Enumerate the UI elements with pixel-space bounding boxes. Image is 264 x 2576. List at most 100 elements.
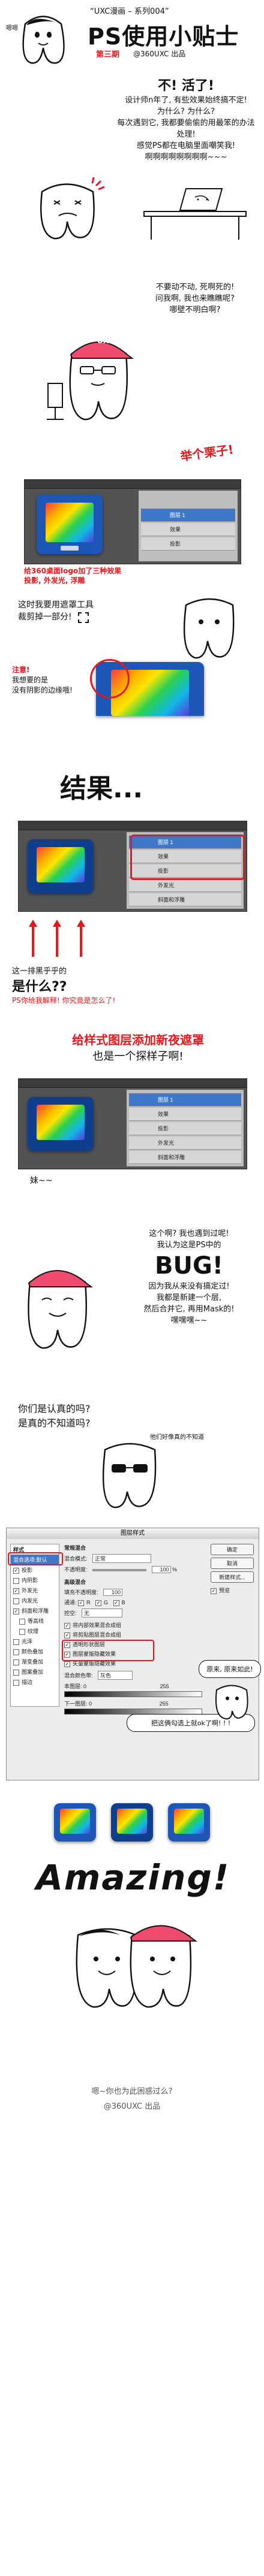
note-line: 注意! <box>12 666 30 674</box>
intro-line: 不! 活了! <box>158 78 214 93</box>
bug-line: 嘿嘿嘿~~ <box>170 1316 208 1325</box>
ps-toolbar <box>25 480 241 489</box>
opacity-slider[interactable] <box>92 1568 147 1571</box>
knockout-select[interactable]: 无 <box>82 1609 123 1617</box>
blend-mode-select[interactable]: 正常 <box>92 1554 152 1563</box>
cap-logo: UXC <box>97 337 114 345</box>
intro-line: 为什么? 为什么? <box>157 107 215 116</box>
bug-line: 我认为这是PS中的 <box>157 1241 221 1250</box>
caption-line: 这一排黑乎乎的 <box>12 967 67 976</box>
layer-mask-panel: 给样式图层添加新夜遮罩 也是一个探样子啊! 图层 1 效果 投影 外发光 斜面和… <box>0 1030 264 1216</box>
layer-row[interactable]: 投影 <box>129 1122 241 1135</box>
sidebar-item[interactable]: 等高线 <box>11 1616 59 1626</box>
mask-panel: 这时我要用遮罩工具 裁剪掉一部分! 注意! 我想要的是 没有阴影的边缘哦! <box>0 593 264 743</box>
note-line: 没有阴影的边缘哦! <box>12 686 73 694</box>
sidebar-highlight <box>8 1552 63 1565</box>
sidebar-item[interactable]: 纹理 <box>11 1626 59 1636</box>
sidebar-item[interactable]: 外发光 <box>11 1585 59 1595</box>
label: 通道: <box>64 1600 77 1606</box>
layer-row[interactable]: 外发光 <box>129 1136 241 1150</box>
preview-checkbox[interactable]: 预览 <box>211 1586 254 1594</box>
layer-row[interactable]: 效果 <box>141 523 235 536</box>
ps-toolbar <box>19 821 247 830</box>
note-line: 我想要的是 <box>12 676 49 684</box>
intro-line: 啊啊啊啊啊啊啊啊~~~ <box>145 153 227 162</box>
desk-laptop-icon <box>143 188 247 240</box>
mask-logo <box>28 1097 94 1151</box>
result-title: 结果... <box>60 773 143 804</box>
opacity-value[interactable]: 100 <box>151 1566 171 1573</box>
example-bubble: 举个栗子! <box>179 442 235 464</box>
layer-row[interactable]: 图层 1 <box>141 509 235 522</box>
sidebar-item[interactable]: 渐变叠加 <box>11 1656 59 1667</box>
sidebar-item[interactable]: 图案叠加 <box>11 1667 59 1677</box>
serious-line: 你们是认真的吗? <box>18 1403 91 1414</box>
label: 下一图层: <box>64 1701 88 1707</box>
mask-title: 给样式图层添加新夜遮罩 也是一个探样子啊! <box>48 1030 228 1063</box>
peek-character <box>215 1685 248 1720</box>
bubble-aha: 原来, 原来如此! <box>199 1660 261 1678</box>
sidebar-item[interactable]: 斜面和浮雕 <box>11 1606 59 1616</box>
label: 不透明度: <box>64 1567 88 1573</box>
layer-row[interactable]: 图层 1 <box>129 1093 241 1106</box>
option-row[interactable]: 将剪贴图层混合成组 <box>64 1631 202 1638</box>
sob-text: 妹~~ <box>30 1176 53 1186</box>
bug-line: 我都是新建一个层, <box>156 1293 222 1302</box>
marquee-tool-icon <box>78 612 89 623</box>
ps-screenshot-result: 图层 1 效果 投影 外发光 斜面和浮雕 <box>18 821 247 912</box>
sidebar-item[interactable]: 内阴影 <box>11 1575 59 1585</box>
options-highlight <box>62 1640 154 1661</box>
sidebar-item[interactable]: 光泽 <box>11 1636 59 1646</box>
finale-panel: Amazing! 嗯~你也为此困惑过么? @360UXC 出品 <box>0 1797 264 2133</box>
blend-gradient[interactable] <box>64 1691 202 1697</box>
bug-text: 这个啊? 我也遇到过呢! 我认为这是PS中的 BUG! 因为我从来没有搞定过! … <box>120 1228 258 1326</box>
tooth-character <box>183 598 235 659</box>
layer-highlight-box <box>130 835 245 880</box>
blend-if-select[interactable]: 灰色 <box>98 1671 133 1680</box>
title-line: 也是一个探样子啊! <box>92 1050 184 1063</box>
helper-panel: 不要动不动, 死啊死的! 问我啊, 我也来瞧瞧呢? 哪壁不明白啊? UXC <box>0 282 264 421</box>
layer-row[interactable]: 投影 <box>141 537 235 551</box>
cancel-button[interactable]: 取消 <box>211 1558 254 1569</box>
page-title: PS使用小贴士 <box>88 23 239 50</box>
bug-line: 然后合并它, 再用Mask的! <box>143 1305 235 1314</box>
footer-credit: @360UXC 出品 <box>103 2102 161 2111</box>
option-row[interactable]: 将内部效果混合成组 <box>64 1621 202 1629</box>
friends-characters <box>76 1925 197 2008</box>
fill-opacity-value[interactable]: 100 <box>103 1589 123 1596</box>
example-panel: 举个栗子! 图层 1 效果 投影 给360桌面logo加了三种效果 投影, 外发… <box>0 431 264 585</box>
ok-button[interactable]: 确定 <box>211 1544 254 1555</box>
canvas-logo <box>37 494 103 554</box>
section-header: 常规混合 <box>64 1545 86 1551</box>
sidebar-item[interactable]: 投影 <box>11 1565 59 1575</box>
result-panel: 结果... 图层 1 效果 投影 外发光 斜面和浮雕 这一排黑乎乎的 是什么??… <box>0 767 264 1006</box>
author-character <box>22 16 65 64</box>
helper-line: 哪壁不明白啊? <box>169 306 221 315</box>
new-style-button[interactable]: 新建样式... <box>211 1571 254 1583</box>
caption-line: 给360桌面logo加了三种效果 <box>24 567 122 575</box>
layer-row[interactable]: 效果 <box>129 1108 241 1121</box>
caption-line: 投影, 外发光, 浮雕 <box>24 576 85 585</box>
layer-row[interactable]: 外发光 <box>129 879 241 892</box>
layer-row[interactable]: 斜面和浮雕 <box>129 893 241 906</box>
unit: % <box>172 1567 178 1573</box>
sidebar-item[interactable]: 内发光 <box>11 1595 59 1606</box>
example-caption: 给360桌面logo加了三种效果 投影, 外发光, 浮雕 <box>24 566 121 585</box>
series-label: “UXC漫画 – 系列004” <box>90 7 169 16</box>
comic-page: “UXC漫画 – 系列004” 嗯嗯 PS使用小贴士 第三期 @360UXC 出… <box>0 0 264 2576</box>
header-panel: “UXC漫画 – 系列004” 嗯嗯 PS使用小贴士 第三期 @360UXC 出… <box>0 0 264 66</box>
sidebar-item[interactable]: 颜色叠加 <box>11 1646 59 1656</box>
dialog-main: 常规混合 混合模式: 正常 不透明度: 100 % 高级混合 填充不透明度: 1… <box>64 1544 202 1715</box>
intro-panel: 不! 活了! 设计师n年了, 有些效果始终搞不定! 为什么? 为什么? 每次遇到… <box>0 78 264 240</box>
layer-row[interactable]: 斜面和浮雕 <box>129 1151 241 1164</box>
caption-line: 是什么?? <box>12 979 67 994</box>
intro-line: 感觉PS都在电脑里面嘲笑我! <box>136 141 236 150</box>
serious-panel: 你们是认真的吗? 是真的不知道吗? 他们好像真的不知道 <box>0 1396 264 1516</box>
mask-line: 这时我要用遮罩工具 <box>18 600 94 610</box>
highlight-circle <box>90 659 130 699</box>
layers-panel: 图层 1 效果 投影 <box>139 491 238 561</box>
sidebar-item[interactable]: 描边 <box>11 1677 59 1687</box>
caption-line: PS你给我解释! 你究竟是怎么了! <box>12 996 116 1005</box>
intro-text: 不! 活了! 设计师n年了, 有些效果始终搞不定! 为什么? 为什么? 每次遇到… <box>114 78 258 163</box>
label: 挖空: <box>64 1610 77 1616</box>
